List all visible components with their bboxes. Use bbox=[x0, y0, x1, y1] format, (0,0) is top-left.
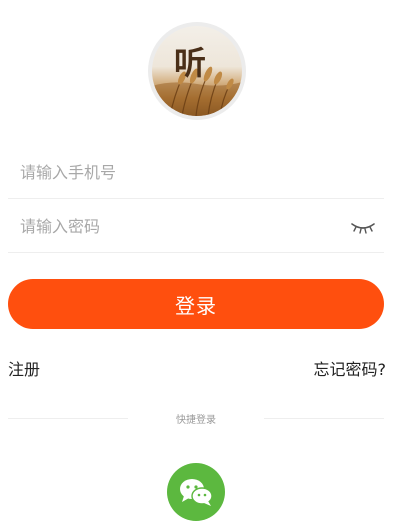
password-input[interactable] bbox=[20, 200, 340, 252]
app-logo: 听 bbox=[148, 22, 246, 120]
password-field bbox=[8, 200, 384, 253]
register-link[interactable]: 注册 bbox=[8, 356, 40, 380]
divider-left bbox=[8, 418, 128, 419]
wechat-icon bbox=[180, 479, 213, 506]
logo-character: 听 bbox=[174, 44, 207, 82]
app-logo-image: 听 bbox=[152, 26, 242, 116]
wechat-login-button[interactable] bbox=[167, 463, 225, 521]
phone-field bbox=[8, 146, 384, 199]
eye-closed-icon[interactable] bbox=[350, 218, 376, 236]
quick-login-label: 快捷登录 bbox=[176, 415, 216, 426]
login-button[interactable]: 登录 bbox=[8, 279, 384, 329]
divider-right bbox=[264, 418, 384, 419]
phone-input[interactable] bbox=[20, 146, 340, 198]
forgot-password-link[interactable]: 忘记密码? bbox=[314, 356, 387, 380]
